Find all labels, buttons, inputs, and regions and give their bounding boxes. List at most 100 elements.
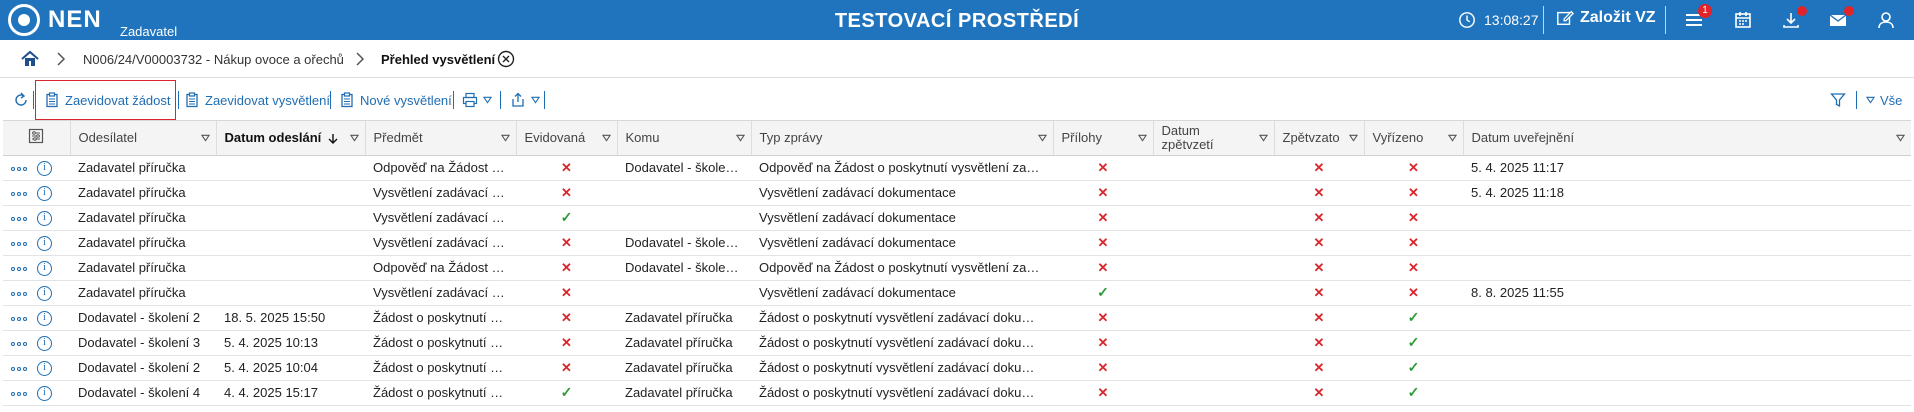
col-withdraw-date-header[interactable]: Datum zpětvzetí [1153,121,1275,156]
column-filter-icon[interactable] [1258,134,1268,142]
published-cell [1463,205,1911,231]
view-all-dropdown[interactable]: Vše [1866,90,1902,110]
to-cell [617,205,751,231]
column-filter-icon[interactable] [735,134,745,142]
more-options-icon[interactable] [11,266,27,271]
info-icon[interactable]: i [37,236,52,252]
more-options-icon[interactable] [11,191,27,196]
download-button[interactable] [1781,6,1807,30]
resolved-cell: ✓ [1364,305,1463,331]
more-options-icon[interactable] [11,291,27,296]
info-icon[interactable]: i [37,261,52,277]
cross-icon: ✕ [1313,159,1325,175]
col-resolved-label: Vyřízeno [1372,130,1424,146]
date-sent-cell [216,280,365,306]
resolved-cell: ✓ [1364,330,1463,356]
table-row[interactable]: i Zadavatel příručka Vysvětlení zadávací d… [3,230,1911,256]
chevron-right-icon [356,52,365,66]
check-icon: ✓ [560,209,573,225]
withdrawn-cell: ✕ [1274,255,1364,281]
col-attachments-header[interactable]: Přílohy [1053,121,1154,156]
to-cell: Dodavatel - školení 4 [617,255,751,281]
column-filter-icon[interactable] [1348,134,1358,142]
logo-text[interactable]: NEN [48,6,102,34]
calendar-button[interactable] [1733,10,1753,30]
table-row[interactable]: i Zadavatel příručka Vysvětlení zadávací d… [3,180,1911,206]
col-withdrawn-header[interactable]: Zpětvzato [1274,121,1365,156]
cross-icon: ✕ [1313,384,1325,400]
nen-logo-icon[interactable] [8,4,40,36]
table-row[interactable]: i Dodavatel - školení 2 5. 4. 2025 10:04 Žá… [3,355,1911,381]
col-subject-header[interactable]: Předmět [365,121,517,156]
col-resolved-header[interactable]: Vyřízeno [1364,121,1464,156]
calendar-icon [1735,12,1751,28]
user-button[interactable] [1876,10,1896,30]
breadcrumb-item[interactable]: N006/24/V00003732 - Nákup ovoce a ořechů [83,52,344,67]
info-icon[interactable]: i [37,361,52,377]
more-options-icon[interactable] [11,316,27,321]
recorded-cell: ✕ [516,155,617,181]
more-options-icon[interactable] [11,166,27,171]
col-sender-header[interactable]: Odesílatel [70,121,217,156]
table-row[interactable]: i Zadavatel příručka Vysvětlení zadávací d… [3,280,1911,306]
column-filter-icon[interactable] [601,134,611,142]
table-row[interactable]: i Zadavatel příručka Vysvětlení zadávací d… [3,205,1911,231]
cross-icon: ✕ [1408,234,1419,250]
table-row[interactable]: i Dodavatel - školení 3 5. 4. 2025 10:13 Žá… [3,330,1911,356]
table-row[interactable]: i Zadavatel příručka Odpověď na Žádost o p… [3,155,1911,181]
info-icon[interactable]: i [37,336,52,352]
col-published-header[interactable]: Datum uveřejnění [1463,121,1911,156]
attachments-cell: ✕ [1053,380,1153,406]
info-icon[interactable]: i [37,211,52,227]
new-explanation-button[interactable]: Nové vysvětlení [339,90,452,110]
top-bar: NEN Zadavatel TESTOVACÍ PROSTŘEDÍ 13:08:… [0,0,1914,40]
col-type-header[interactable]: Typ zprávy [751,121,1054,156]
info-icon[interactable]: i [37,386,52,402]
export-menu-button[interactable] [510,90,540,110]
messages-button[interactable] [1828,6,1854,30]
info-icon[interactable]: i [37,286,52,302]
column-filter-icon[interactable] [200,134,210,142]
more-options-icon[interactable] [11,216,27,221]
type-cell: Vysvětlení zadávací dokumentace [751,180,1053,206]
date-sent-cell: 4. 4. 2025 15:17 [216,380,365,406]
filter-button[interactable] [1830,90,1846,110]
notification-badge: 1 [1698,4,1712,18]
edit-icon [1557,10,1574,26]
caret-down-icon [531,96,540,104]
table-row[interactable]: i Dodavatel - školení 4 4. 4. 2025 15:17 Žá… [3,380,1911,406]
create-contract-button[interactable]: Založit VZ [1556,9,1656,27]
more-options-icon[interactable] [11,341,27,346]
column-filter-icon[interactable] [500,134,510,142]
row-actions-cell: i [3,280,70,306]
recorded-cell: ✓ [516,380,617,406]
print-menu-button[interactable] [462,90,492,110]
refresh-button[interactable] [13,90,29,110]
info-icon[interactable]: i [37,161,52,177]
column-settings-icon[interactable] [28,128,44,144]
col-settings-header[interactable] [3,121,71,156]
col-date-sent-header[interactable]: Datum odeslání [216,121,366,156]
more-options-icon[interactable] [11,391,27,396]
column-filter-icon[interactable] [1137,134,1147,142]
record-explanation-button[interactable]: Zaevidovat vysvětlení [184,90,330,110]
close-icon[interactable] [497,50,515,68]
cross-icon: ✕ [1097,359,1109,375]
more-options-icon[interactable] [11,366,27,371]
column-filter-icon[interactable] [349,134,359,142]
info-icon[interactable]: i [37,311,52,327]
info-icon[interactable]: i [37,186,52,202]
home-icon[interactable] [20,49,40,69]
col-recorded-header[interactable]: Evidovaná [516,121,618,156]
col-to-header[interactable]: Komu [617,121,752,156]
cross-icon: ✕ [1313,309,1325,325]
table-row[interactable]: i Zadavatel příručka Odpověď na Žádost o p… [3,255,1911,281]
column-filter-icon[interactable] [1037,134,1047,142]
table-row[interactable]: i Dodavatel - školení 2 18. 5. 2025 15:50 Ž… [3,305,1911,331]
more-options-icon[interactable] [11,241,27,246]
column-filter-icon[interactable] [1895,134,1905,142]
column-filter-icon[interactable] [1447,134,1457,142]
menu-button[interactable]: 1 [1684,4,1712,30]
check-icon: ✓ [560,384,573,400]
record-explanation-label: Zaevidovat vysvětlení [205,92,331,108]
